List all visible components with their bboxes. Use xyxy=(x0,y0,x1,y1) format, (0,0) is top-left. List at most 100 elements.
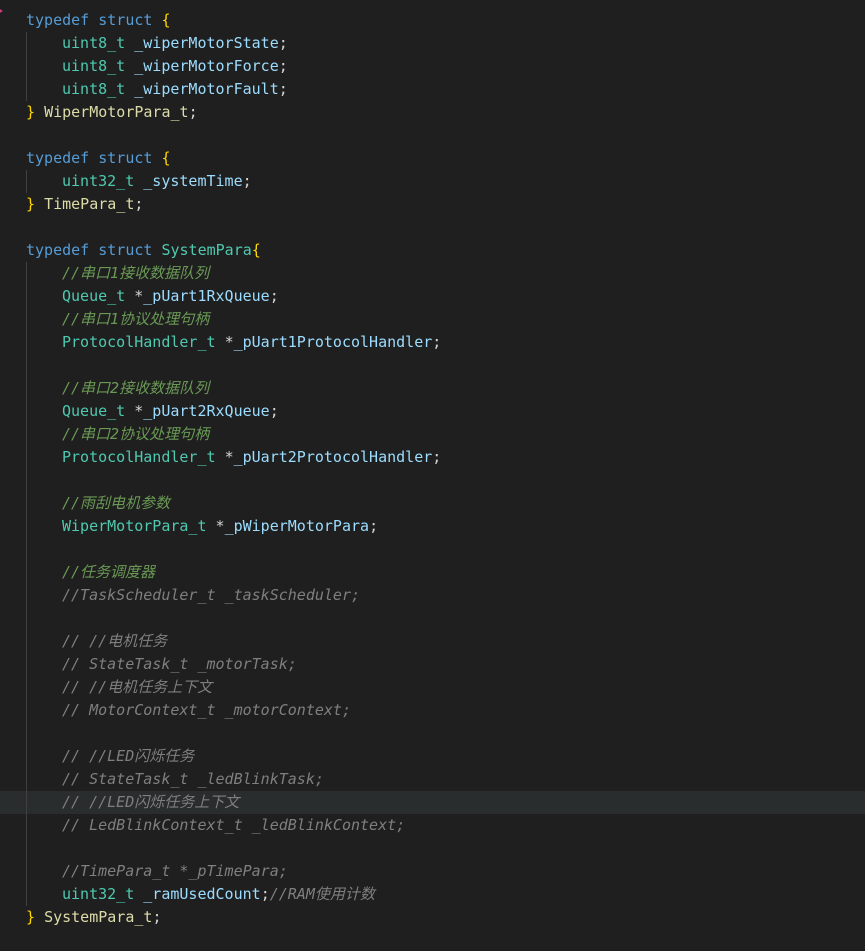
indent-guide xyxy=(26,837,27,860)
indent-guide xyxy=(26,285,27,308)
type-name: uint8_t xyxy=(62,34,126,52)
indent-guide xyxy=(26,561,27,584)
code-line[interactable]: typedef struct { xyxy=(0,147,865,170)
semicolon: ; xyxy=(260,885,270,903)
brace: { xyxy=(161,11,171,29)
code-line[interactable]: } TimePara_t; xyxy=(0,193,865,216)
code-line[interactable]: // MotorContext_t _motorContext; xyxy=(0,699,865,722)
code-line[interactable]: // //电机任务 xyxy=(0,630,865,653)
indent-guide xyxy=(26,78,27,101)
indent-guide xyxy=(26,791,27,814)
code-line[interactable]: typedef struct SystemPara{ xyxy=(0,239,865,262)
semicolon: ; xyxy=(278,57,288,75)
keyword: typedef xyxy=(26,149,90,167)
code-line[interactable]: //串口1协议处理句柄 xyxy=(0,308,865,331)
code-line[interactable]: // StateTask_t _motorTask; xyxy=(0,653,865,676)
code-editor[interactable]: typedef struct { uint8_t _wiperMotorStat… xyxy=(0,0,865,951)
type-name: ProtocolHandler_t xyxy=(62,448,216,466)
pointer-operator: * xyxy=(134,402,144,420)
code-line[interactable]: Queue_t *_pUart1RxQueue; xyxy=(0,285,865,308)
indent-guide xyxy=(26,883,27,906)
code-line[interactable]: WiperMotorPara_t *_pWiperMotorPara; xyxy=(0,515,865,538)
code-line[interactable]: //串口2接收数据队列 xyxy=(0,377,865,400)
code-line[interactable] xyxy=(0,216,865,239)
brace: } xyxy=(26,103,36,121)
code-line[interactable]: Queue_t *_pUart2RxQueue; xyxy=(0,400,865,423)
code-line[interactable]: uint8_t _wiperMotorForce; xyxy=(0,55,865,78)
field-name: _pWiperMotorPara xyxy=(224,517,370,535)
field-name: _pUart2RxQueue xyxy=(143,402,270,420)
code-line[interactable] xyxy=(0,607,865,630)
semicolon: ; xyxy=(152,908,162,926)
pointer-operator: * xyxy=(224,448,234,466)
indent-guide xyxy=(26,745,27,768)
code-line[interactable]: //串口2协议处理句柄 xyxy=(0,423,865,446)
code-line[interactable]: typedef struct { xyxy=(0,9,865,32)
brace: { xyxy=(161,149,171,167)
indent-guide xyxy=(26,170,27,193)
brace: } xyxy=(26,195,36,213)
code-line[interactable]: } SystemPara_t; xyxy=(0,906,865,929)
code-line[interactable]: //雨刮电机参数 xyxy=(0,492,865,515)
commented-code: // //电机任务 xyxy=(62,632,168,650)
code-line[interactable]: //TimePara_t *_pTimePara; xyxy=(0,860,865,883)
code-line[interactable]: uint32_t _ramUsedCount;//RAM使用计数 xyxy=(0,883,865,906)
struct-tag: SystemPara xyxy=(161,241,252,259)
semicolon: ; xyxy=(242,172,252,190)
comment: //RAM使用计数 xyxy=(269,885,375,903)
indent-guide xyxy=(26,768,27,791)
commented-code: //TimePara_t *_pTimePara; xyxy=(62,862,288,880)
indent-guide xyxy=(26,262,27,285)
type-name: WiperMotorPara_t xyxy=(62,517,207,535)
indent-guide xyxy=(26,492,27,515)
indent-guide xyxy=(26,308,27,331)
indent-guide xyxy=(26,814,27,837)
keyword: typedef xyxy=(26,11,90,29)
code-line[interactable]: //串口1接收数据队列 xyxy=(0,262,865,285)
comment: //串口2接收数据队列 xyxy=(62,379,210,397)
code-line[interactable]: ProtocolHandler_t *_pUart2ProtocolHandle… xyxy=(0,446,865,469)
indent-guide xyxy=(26,469,27,492)
indent-guide xyxy=(26,400,27,423)
indent-guide xyxy=(26,538,27,561)
current-line[interactable]: // //LED闪烁任务上下文 xyxy=(0,791,865,814)
keyword: struct xyxy=(98,11,153,29)
field-name: _wiperMotorForce xyxy=(134,57,279,75)
commented-code: //TaskScheduler_t _taskScheduler; xyxy=(62,586,361,604)
code-line[interactable]: //任务调度器 xyxy=(0,561,865,584)
semicolon: ; xyxy=(269,402,279,420)
type-name: Queue_t xyxy=(62,287,126,305)
keyword: typedef xyxy=(26,241,90,259)
code-line[interactable]: uint32_t _systemTime; xyxy=(0,170,865,193)
indent-guide xyxy=(26,515,27,538)
code-line[interactable] xyxy=(0,469,865,492)
commented-code: // LedBlinkContext_t _ledBlinkContext; xyxy=(62,816,406,834)
indent-guide xyxy=(26,722,27,745)
commented-code: // StateTask_t _motorTask; xyxy=(62,655,297,673)
indent-guide xyxy=(26,32,27,55)
indent-guide xyxy=(26,699,27,722)
code-line[interactable] xyxy=(0,538,865,561)
code-line[interactable]: uint8_t _wiperMotorFault; xyxy=(0,78,865,101)
field-name: _wiperMotorFault xyxy=(134,80,279,98)
code-line[interactable] xyxy=(0,124,865,147)
code-line[interactable]: } WiperMotorPara_t; xyxy=(0,101,865,124)
code-line[interactable]: // StateTask_t _ledBlinkTask; xyxy=(0,768,865,791)
code-line[interactable] xyxy=(0,837,865,860)
code-line[interactable]: ProtocolHandler_t *_pUart1ProtocolHandle… xyxy=(0,331,865,354)
code-line[interactable] xyxy=(0,354,865,377)
comment: //串口1协议处理句柄 xyxy=(62,310,210,328)
type-name: uint32_t xyxy=(62,172,135,190)
pointer-operator: * xyxy=(224,333,234,351)
code-line[interactable]: // LedBlinkContext_t _ledBlinkContext; xyxy=(0,814,865,837)
field-name: _wiperMotorState xyxy=(134,34,279,52)
code-line[interactable] xyxy=(0,722,865,745)
indent-guide xyxy=(26,607,27,630)
keyword: struct xyxy=(98,241,153,259)
code-line[interactable]: uint8_t _wiperMotorState; xyxy=(0,32,865,55)
semicolon: ; xyxy=(369,517,379,535)
code-line[interactable]: // //电机任务上下文 xyxy=(0,676,865,699)
code-line[interactable]: // //LED闪烁任务 xyxy=(0,745,865,768)
code-line[interactable]: //TaskScheduler_t _taskScheduler; xyxy=(0,584,865,607)
commented-code: // MotorContext_t _motorContext; xyxy=(62,701,351,719)
